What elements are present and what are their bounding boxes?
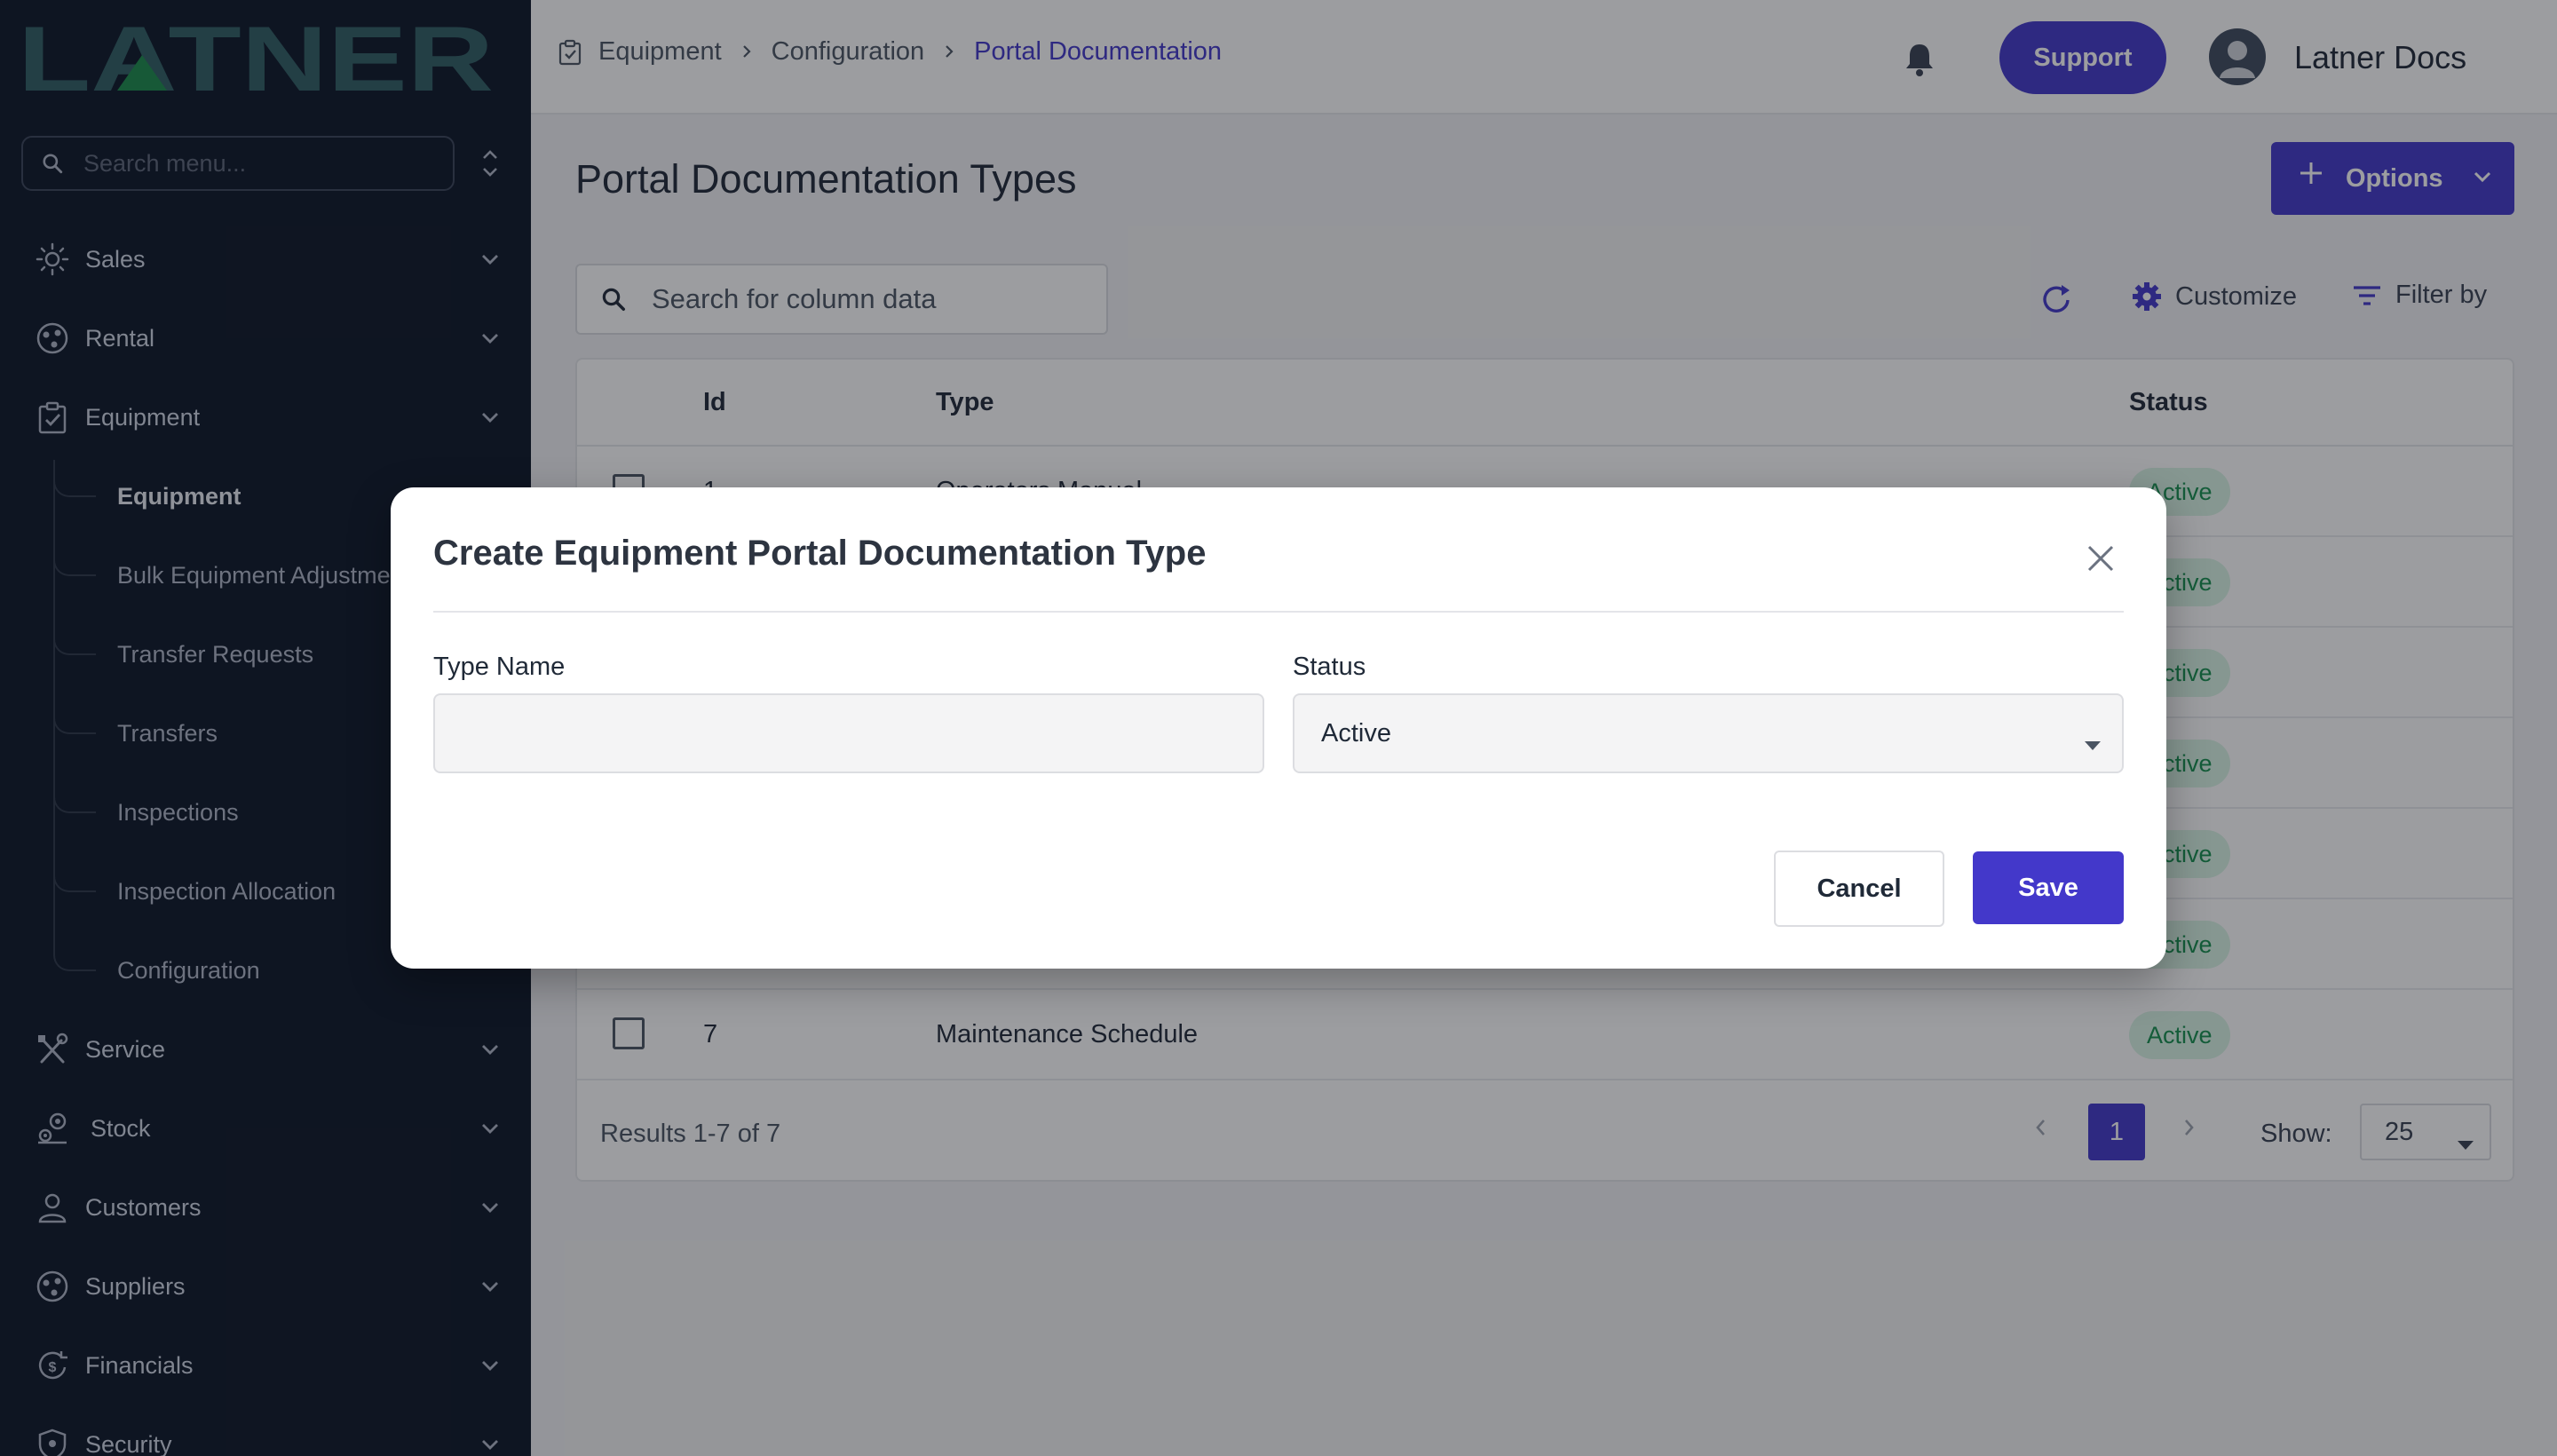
save-button[interactable]: Save [1973,851,2124,924]
type-name-input[interactable] [433,693,1264,773]
caret-down-icon [2083,729,2102,758]
status-label: Status [1293,653,1366,681]
close-button[interactable] [2081,539,2120,578]
status-select[interactable]: Active [1293,693,2124,773]
dialog-title: Create Equipment Portal Documentation Ty… [433,534,1207,573]
create-type-dialog: Create Equipment Portal Documentation Ty… [391,487,2166,969]
type-name-label: Type Name [433,653,566,681]
dialog-divider [433,611,2124,613]
close-icon [2087,545,2114,572]
cancel-button[interactable]: Cancel [1774,851,1944,927]
status-select-value: Active [1321,718,1391,748]
